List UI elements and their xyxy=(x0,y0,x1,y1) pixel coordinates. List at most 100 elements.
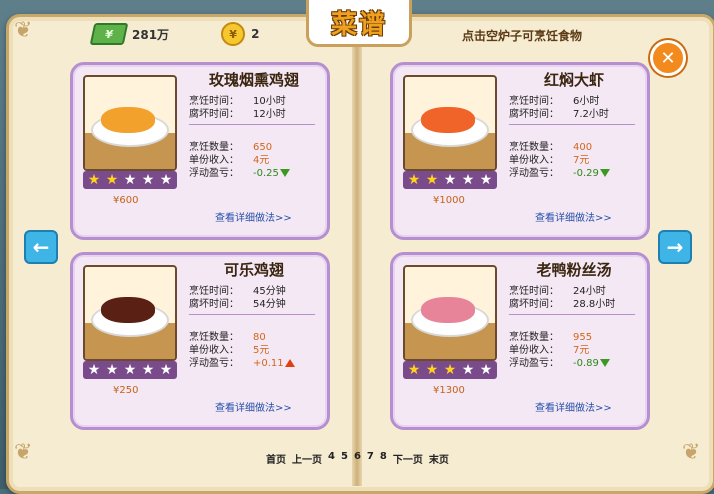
profit-label: 浮动盈亏： xyxy=(509,358,559,369)
page-title: 菜谱 xyxy=(330,9,387,40)
pager-next[interactable]: 下一页 xyxy=(393,451,423,466)
prev-page-arrow-icon[interactable]: ← xyxy=(24,230,58,264)
rating-star-icon: ★ xyxy=(479,362,493,378)
cash-value: 281万 xyxy=(132,27,170,42)
pager-page-7[interactable]: 7 xyxy=(367,451,374,466)
count-label: 烹饪数量： xyxy=(509,142,559,153)
rating-stars: ★ ★ ★ ★ ★ xyxy=(403,361,497,379)
view-details-link[interactable]: 查看详细做法>> xyxy=(535,209,612,224)
spoil-time-value: 12小时 xyxy=(253,109,286,120)
spoil-time-value: 54分钟 xyxy=(253,299,286,310)
spoil-time-label: 腐坏时间： xyxy=(509,299,559,310)
cook-time-value: 6小时 xyxy=(573,96,600,107)
profit-value: -0.89 xyxy=(573,358,599,369)
divider xyxy=(189,314,315,315)
cook-time-row: 烹饪时间： 45分钟 xyxy=(189,285,286,298)
rating-stars: ★ ★ ★ ★ ★ xyxy=(83,361,177,379)
cook-time-label: 烹饪时间： xyxy=(189,96,239,107)
rating-star-icon: ★ xyxy=(443,172,457,188)
profit-row: 浮动盈亏： +0.11 xyxy=(189,357,295,370)
recipe-card[interactable]: ★ ★ ★ ★ ★ ¥250 可乐鸡翅 烹饪时间： 45分钟 腐坏时间： 54分钟 烹饪数量： 80 单份… xyxy=(70,252,330,430)
count-row: 烹饪数量： 80 xyxy=(189,331,266,344)
recipe-card[interactable]: ★ ★ ★ ★ ★ ¥600 玫瑰烟熏鸡翅 烹饪时间： 10小时 腐坏时间： 12小时 烹饪数量： 65… xyxy=(70,62,330,240)
count-value: 400 xyxy=(573,142,593,153)
pager-first[interactable]: 首页 xyxy=(266,451,286,466)
corner-flourish-icon: ❦ xyxy=(14,18,33,43)
pager-page-8[interactable]: 8 xyxy=(380,451,387,466)
close-button[interactable]: ✕ xyxy=(650,40,686,76)
dish-name: 红焖大虾 xyxy=(543,71,604,89)
rating-star-icon: ★ xyxy=(123,172,137,188)
pager-prev[interactable]: 上一页 xyxy=(292,451,322,466)
profit-label: 浮动盈亏： xyxy=(509,168,559,179)
dish-price: ¥1000 xyxy=(433,195,465,206)
rating-star-icon: ★ xyxy=(425,362,439,378)
spoil-time-row: 腐坏时间： 12小时 xyxy=(189,108,286,121)
rating-star-icon: ★ xyxy=(105,172,119,188)
rating-star-icon: ★ xyxy=(141,172,155,188)
cook-time-row: 烹饪时间： 24小时 xyxy=(509,285,606,298)
cook-time-value: 24小时 xyxy=(573,286,606,297)
rating-star-icon: ★ xyxy=(443,362,457,378)
pager-last[interactable]: 末页 xyxy=(429,451,449,466)
income-label: 单份收入： xyxy=(509,345,559,356)
dish-food xyxy=(421,107,475,133)
profit-row: 浮动盈亏： -0.29 xyxy=(509,167,610,180)
spoil-time-value: 7.2小时 xyxy=(573,109,609,120)
trend-down-icon xyxy=(599,169,610,177)
spoil-time-row: 腐坏时间： 28.8小时 xyxy=(509,298,615,311)
spoil-time-row: 腐坏时间： 54分钟 xyxy=(189,298,286,311)
income-row: 单份收入： 4元 xyxy=(189,154,269,167)
corner-flourish-icon: ❦ xyxy=(14,440,33,465)
profit-row: 浮动盈亏： -0.89 xyxy=(509,357,610,370)
rating-star-icon: ★ xyxy=(461,362,475,378)
cook-time-label: 烹饪时间： xyxy=(509,286,559,297)
profit-value: -0.29 xyxy=(573,168,599,179)
cook-time-value: 45分钟 xyxy=(253,286,286,297)
trend-up-icon xyxy=(284,359,295,367)
next-page-arrow-icon[interactable]: → xyxy=(658,230,692,264)
recipe-card[interactable]: ★ ★ ★ ★ ★ ¥1000 红焖大虾 烹饪时间： 6小时 腐坏时间： 7.2小时 烹饪数量： 400… xyxy=(390,62,650,240)
profit-value: +0.11 xyxy=(253,358,284,369)
title-badge: 菜谱 xyxy=(306,0,412,47)
rating-star-icon: ★ xyxy=(407,362,421,378)
view-details-link[interactable]: 查看详细做法>> xyxy=(215,399,292,414)
pager-page-5[interactable]: 5 xyxy=(341,451,348,466)
income-row: 单份收入： 7元 xyxy=(509,344,589,357)
spoil-time-label: 腐坏时间： xyxy=(189,109,239,120)
currency-bar: ¥ 281万 ¥ 2 xyxy=(89,22,259,46)
dish-price: ¥600 xyxy=(113,195,139,206)
divider xyxy=(189,124,315,125)
dish-price: ¥250 xyxy=(113,385,139,396)
count-value: 650 xyxy=(253,142,273,153)
income-label: 单份收入： xyxy=(509,155,559,166)
dish-name: 玫瑰烟熏鸡翅 xyxy=(208,71,299,89)
dish-food xyxy=(101,297,155,323)
count-row: 烹饪数量： 650 xyxy=(189,141,272,154)
rating-star-icon: ★ xyxy=(87,172,101,188)
view-details-link[interactable]: 查看详细做法>> xyxy=(215,209,292,224)
rating-star-icon: ★ xyxy=(159,172,173,188)
income-label: 单份收入： xyxy=(189,345,239,356)
rating-star-icon: ★ xyxy=(87,362,101,378)
pager-page-6[interactable]: 6 xyxy=(354,451,361,466)
book-spine xyxy=(352,18,362,486)
view-details-link[interactable]: 查看详细做法>> xyxy=(535,399,612,414)
spoil-time-label: 腐坏时间： xyxy=(509,109,559,120)
count-label: 烹饪数量： xyxy=(189,142,239,153)
pager-page-4[interactable]: 4 xyxy=(328,451,335,466)
count-value: 80 xyxy=(253,332,266,343)
recipe-card[interactable]: ★ ★ ★ ★ ★ ¥1300 老鸭粉丝汤 烹饪时间： 24小时 腐坏时间： 28.8小时 烹饪数量：… xyxy=(390,252,650,430)
dish-image xyxy=(403,75,497,171)
rating-stars: ★ ★ ★ ★ ★ xyxy=(403,171,497,189)
income-row: 单份收入： 7元 xyxy=(509,154,589,167)
trend-down-icon xyxy=(279,169,290,177)
rating-star-icon: ★ xyxy=(407,172,421,188)
rating-star-icon: ★ xyxy=(159,362,173,378)
rating-star-icon: ★ xyxy=(141,362,155,378)
dish-image xyxy=(403,265,497,361)
trend-down-icon xyxy=(599,359,610,367)
cook-time-row: 烹饪时间： 10小时 xyxy=(189,95,286,108)
divider xyxy=(509,314,635,315)
income-label: 单份收入： xyxy=(189,155,239,166)
